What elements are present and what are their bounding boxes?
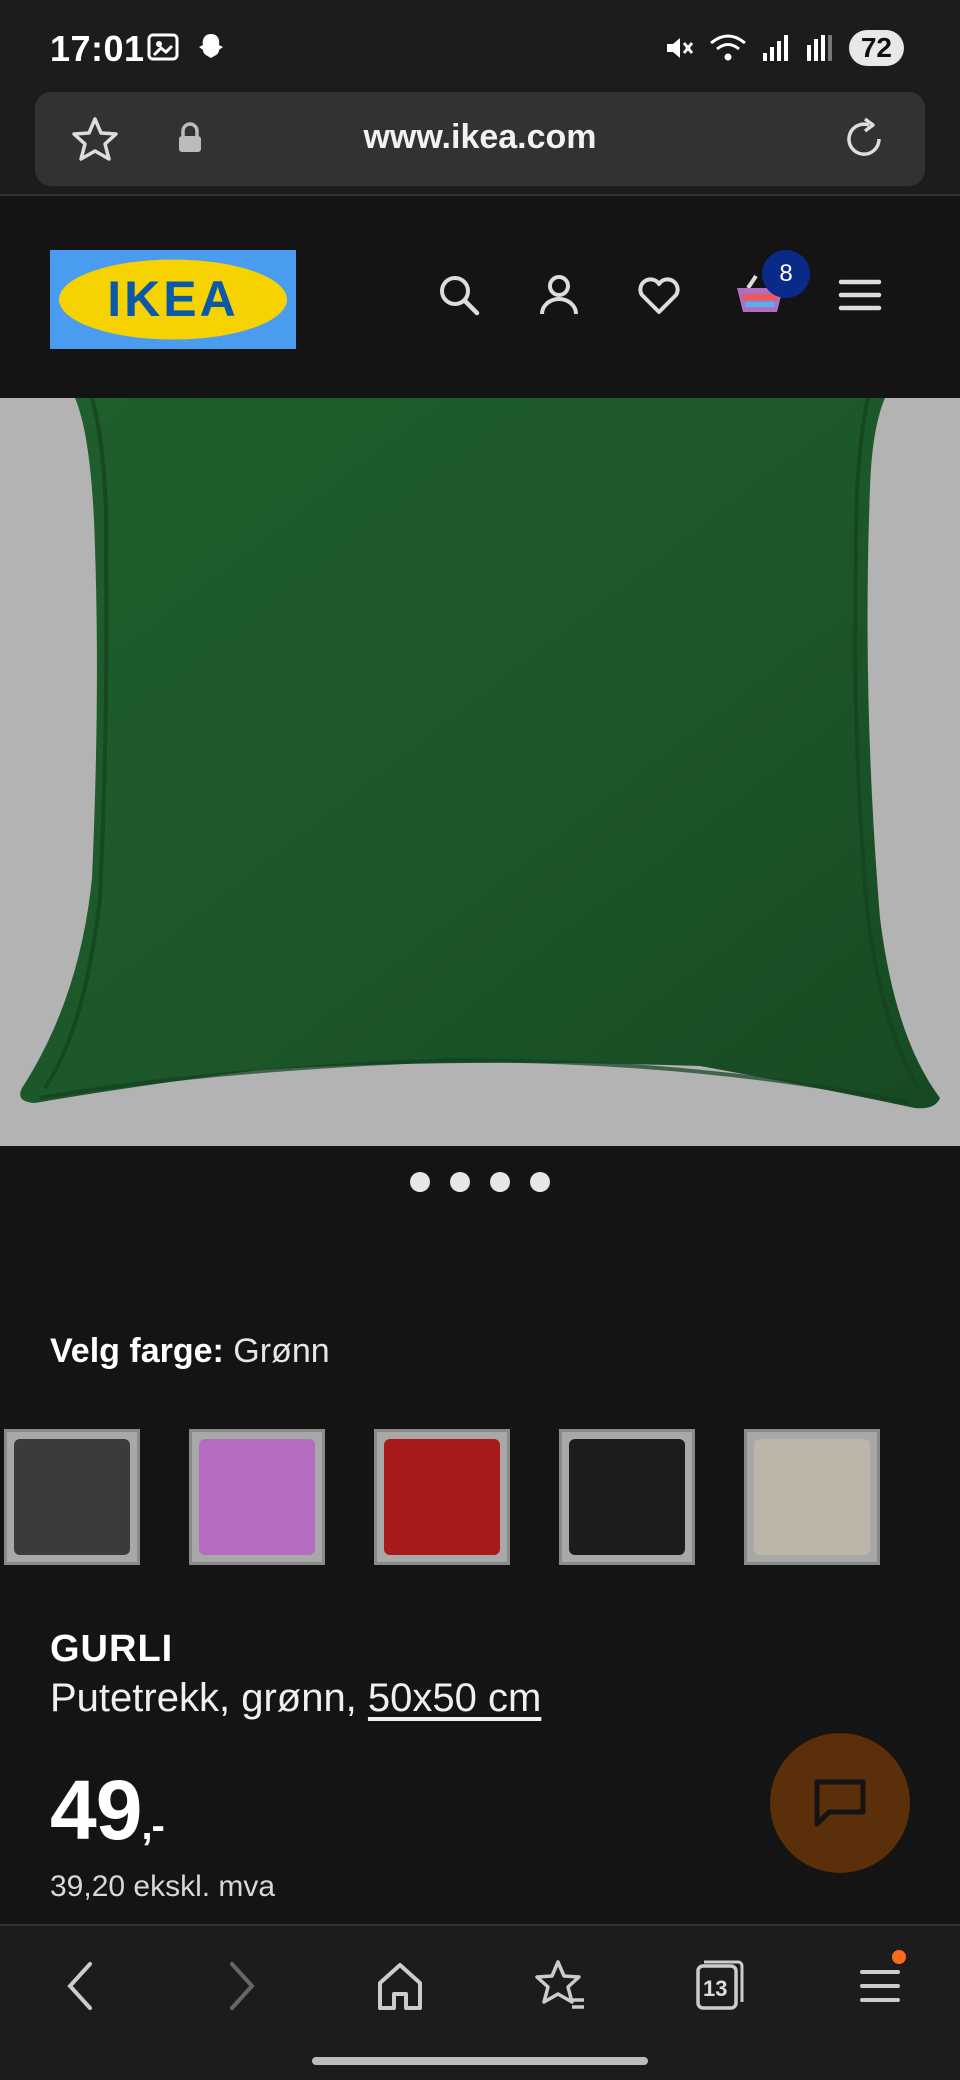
price-suffix: ,- <box>141 1804 164 1848</box>
chat-button[interactable] <box>770 1733 910 1873</box>
carousel-dot[interactable] <box>410 1172 430 1192</box>
product-price: 49,- <box>50 1762 165 1859</box>
tabs-button[interactable]: 13 <box>694 1956 744 2016</box>
swatch-black[interactable] <box>559 1429 695 1565</box>
home-indicator[interactable] <box>312 2057 648 2065</box>
price-value: 49 <box>50 1763 142 1857</box>
swatch-red[interactable] <box>374 1429 510 1565</box>
carousel-dots <box>0 1172 960 1192</box>
tab-count: 13 <box>703 1976 728 2001</box>
swatch-lilac[interactable] <box>189 1429 325 1565</box>
carousel-dot[interactable] <box>450 1172 470 1192</box>
selected-color: Grønn <box>233 1332 330 1370</box>
color-label-title: Velg farge: <box>50 1332 224 1370</box>
product-description-text: Putetrekk, grønn, <box>50 1676 368 1720</box>
home-icon[interactable] <box>374 1956 426 2016</box>
wishlist-heart-icon[interactable] <box>636 272 682 318</box>
carousel-dot[interactable] <box>490 1172 510 1192</box>
url-text[interactable]: www.ikea.com <box>35 118 925 157</box>
product-size-link[interactable]: 50x50 cm <box>368 1676 541 1720</box>
status-bar: 17:01 72 <box>0 0 960 92</box>
menu-hamburger-icon[interactable] <box>838 272 882 318</box>
green-cushion-image <box>20 398 941 1109</box>
product-description: Putetrekk, grønn, 50x50 cm <box>50 1676 541 1721</box>
mute-icon <box>666 38 694 58</box>
bookmarks-icon[interactable] <box>532 1956 588 2016</box>
swatch-beige[interactable] <box>744 1429 880 1565</box>
color-selector-label: Velg farge: Grønn <box>50 1332 330 1371</box>
notification-dot <box>892 1950 906 1964</box>
battery-indicator: 72 <box>848 30 904 66</box>
price-ex-vat: 39,20 ekskl. mva <box>50 1870 276 1903</box>
reload-icon[interactable] <box>839 114 889 164</box>
carousel-dot[interactable] <box>530 1172 550 1192</box>
browser-menu-button[interactable] <box>858 1950 906 2016</box>
swatch-dark-grey[interactable] <box>4 1429 140 1565</box>
signal-icon <box>762 35 788 61</box>
account-icon[interactable] <box>536 272 582 318</box>
browser-toolbar: www.ikea.com <box>0 92 960 196</box>
status-right-icons: 72 <box>663 30 904 66</box>
product-name: GURLI <box>50 1628 174 1670</box>
forward-icon[interactable] <box>222 1956 262 2016</box>
wifi-icon <box>709 34 746 61</box>
screenshot-icon <box>147 33 179 61</box>
url-bar[interactable]: www.ikea.com <box>35 92 925 186</box>
status-time: 17:01 <box>50 28 145 69</box>
search-icon[interactable] <box>436 272 482 318</box>
product-image[interactable] <box>0 398 960 1146</box>
back-icon[interactable] <box>60 1956 100 2016</box>
chat-bubble-icon <box>814 1779 866 1827</box>
cart-count-badge: 8 <box>762 250 810 298</box>
logo-text: IKEA <box>107 271 238 327</box>
browser-menu-icon <box>860 1970 900 2002</box>
snapchat-icon <box>199 34 223 58</box>
site-header: IKEA 8 <box>0 198 960 398</box>
status-left-icons <box>146 30 228 64</box>
signal-icon-2 <box>806 35 832 61</box>
ikea-logo[interactable]: IKEA <box>50 250 296 349</box>
